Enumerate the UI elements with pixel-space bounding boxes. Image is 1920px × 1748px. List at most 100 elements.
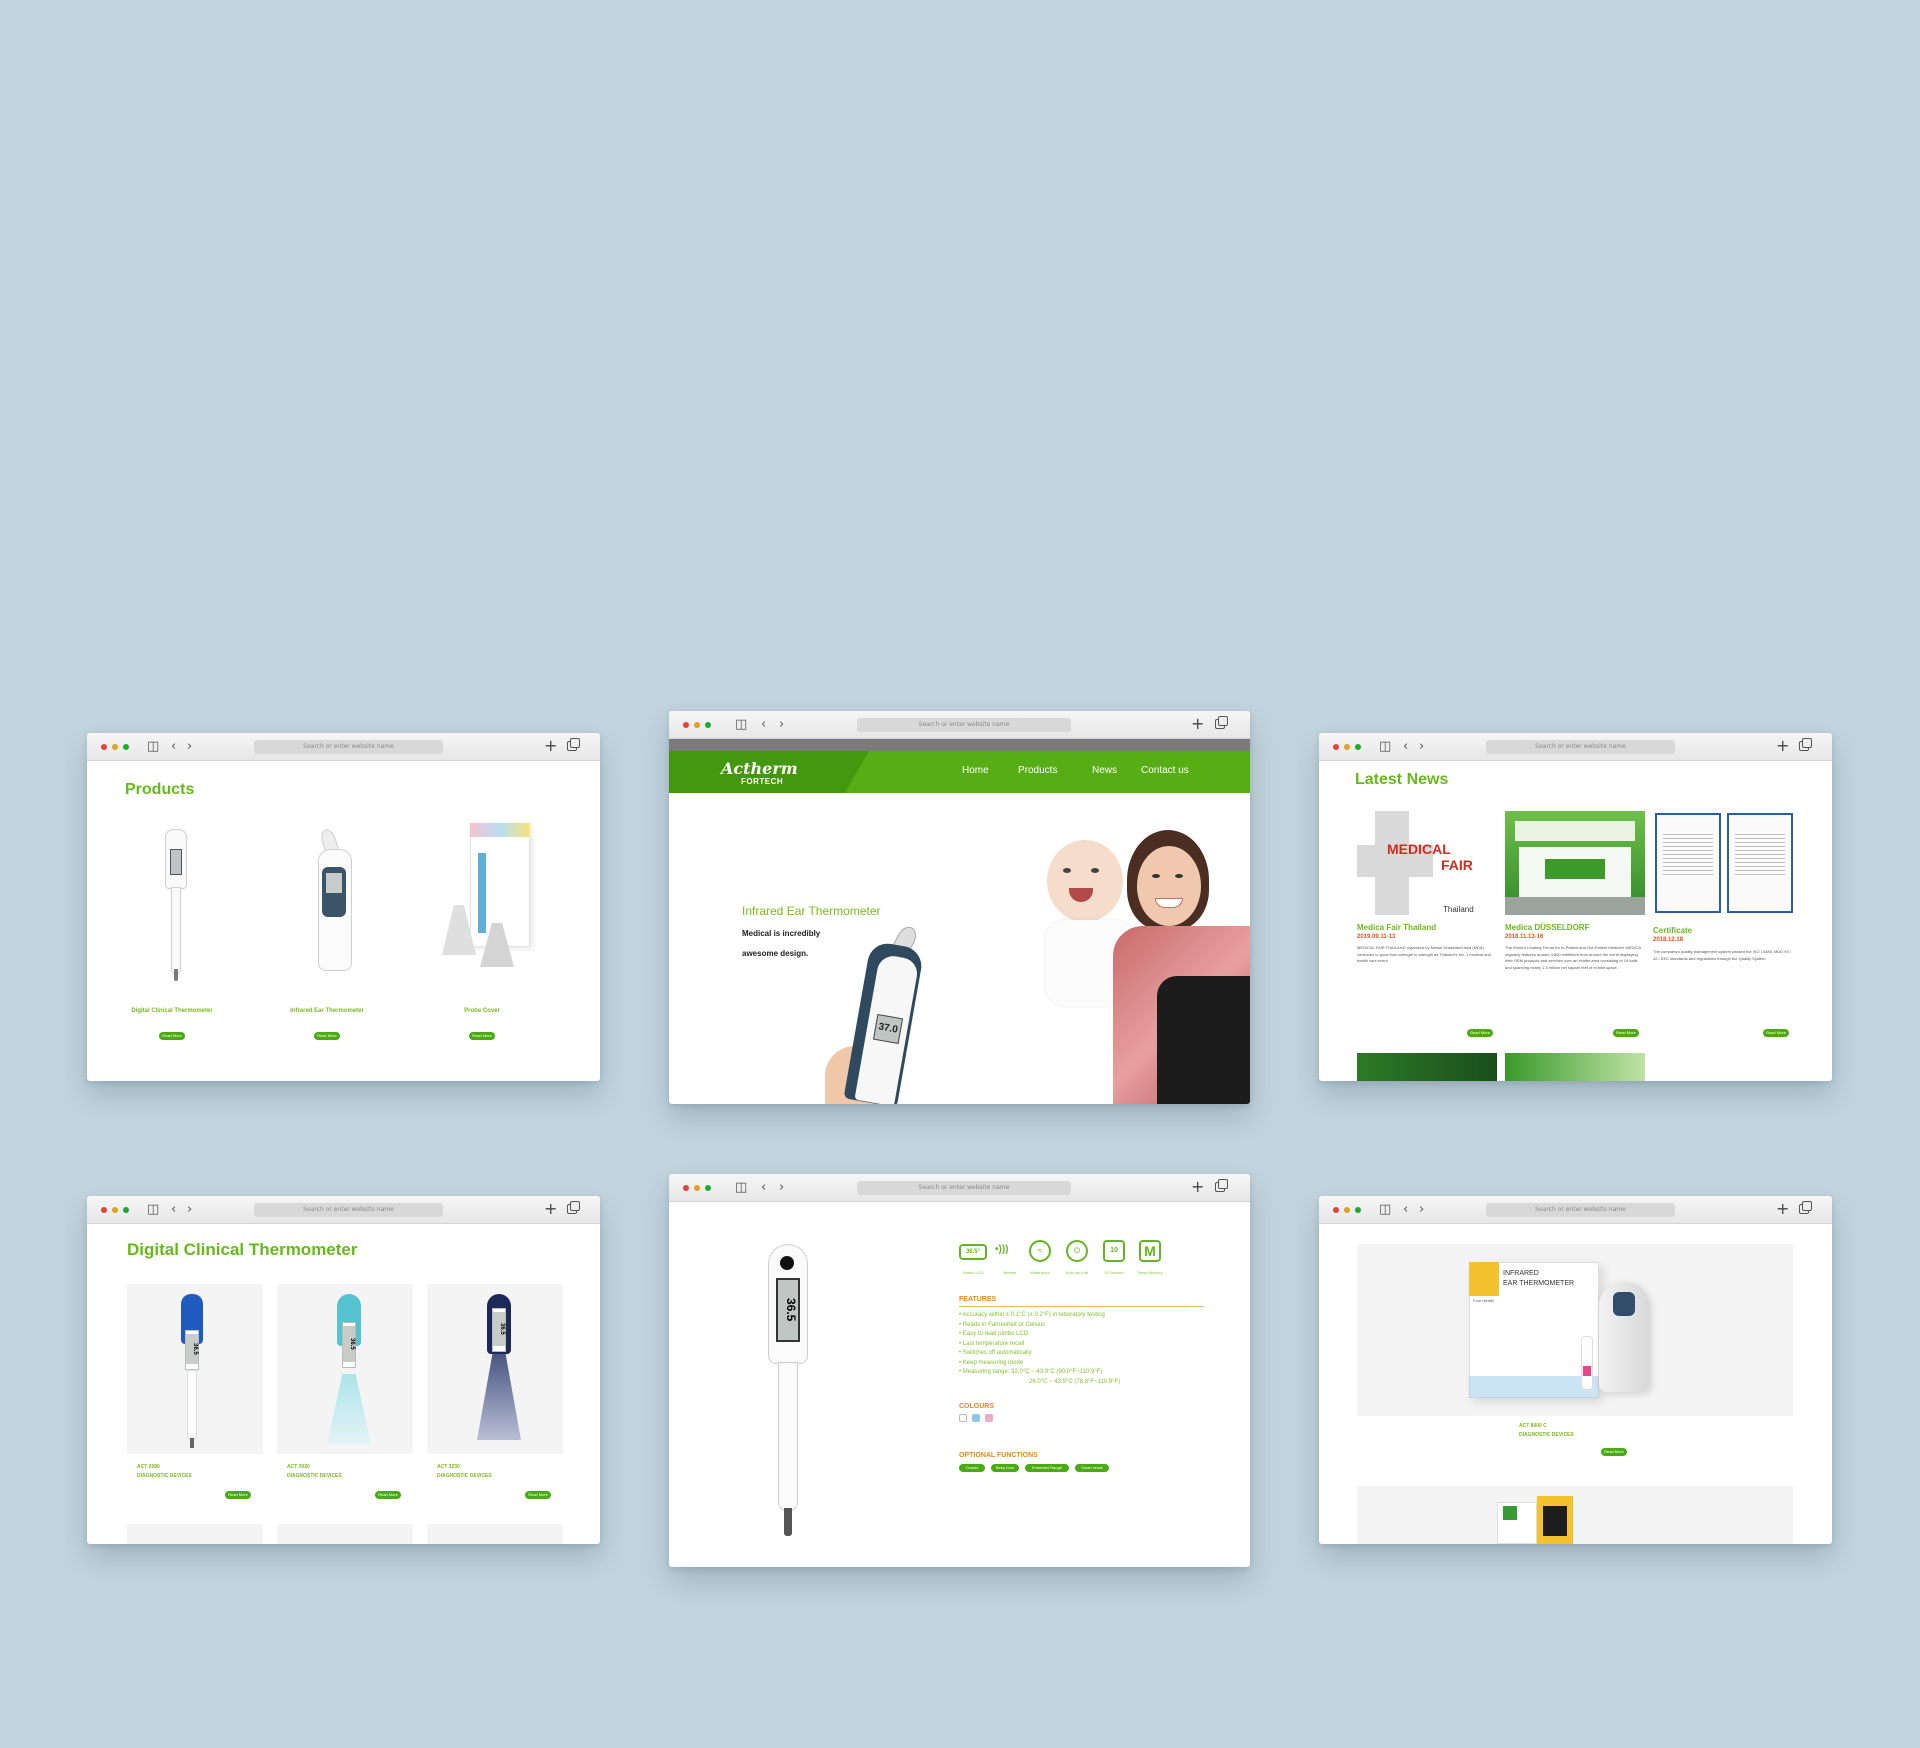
read-more-button[interactable]: Read More <box>159 1032 185 1040</box>
minimize-dot[interactable] <box>112 744 118 750</box>
colour-swatch-blue[interactable] <box>972 1414 980 1422</box>
back-icon[interactable]: ‹ <box>1403 1202 1408 1218</box>
hero-text: awesome design. <box>742 949 809 958</box>
logo-script[interactable]: Actherm <box>721 759 798 778</box>
nav-products[interactable]: Products <box>1018 765 1057 776</box>
read-more-button[interactable]: Read More <box>1763 1029 1789 1037</box>
sidebar-icon[interactable]: ◫ <box>147 739 159 755</box>
minimize-dot[interactable] <box>1344 1207 1350 1213</box>
forward-icon[interactable]: › <box>779 1180 784 1196</box>
back-icon[interactable]: ‹ <box>171 739 176 755</box>
option-pill[interactable]: Beep tone <box>991 1464 1019 1472</box>
thermometer-image: 36.5 <box>473 1294 523 1450</box>
read-more-button[interactable]: Read More <box>469 1032 495 1040</box>
product-card-image <box>427 1524 563 1544</box>
minimize-dot[interactable] <box>112 1207 118 1213</box>
feature-item: 26.0°C ~ 43.9°C (78.8°F~110.9°F) <box>1029 1378 1121 1385</box>
read-more-button[interactable]: Read More <box>375 1491 401 1499</box>
close-dot[interactable] <box>1333 1207 1339 1213</box>
news-title[interactable]: Medica Fair Thailand <box>1357 923 1436 932</box>
news-image-row2 <box>1505 1053 1645 1081</box>
minimize-dot[interactable] <box>694 1185 700 1191</box>
close-dot[interactable] <box>1333 744 1339 750</box>
timer-icon: 10 <box>1103 1240 1125 1262</box>
waterproof-icon: ≈ <box>1029 1240 1051 1262</box>
forward-icon[interactable]: › <box>187 1202 192 1218</box>
close-dot[interactable] <box>101 744 107 750</box>
news-title[interactable]: Medica DÜSSELDORF <box>1505 923 1589 932</box>
option-pill[interactable]: Classic <box>959 1464 985 1472</box>
zoom-dot[interactable] <box>123 1207 129 1213</box>
nav-contact[interactable]: Contact us <box>1141 765 1189 776</box>
features-title: FEATURES <box>959 1296 997 1303</box>
minimize-dot[interactable] <box>1344 744 1350 750</box>
new-tab-icon[interactable]: + <box>1776 737 1789 755</box>
forward-icon[interactable]: › <box>187 739 192 755</box>
back-icon[interactable]: ‹ <box>761 1180 766 1196</box>
minimize-dot[interactable] <box>694 722 700 728</box>
option-pill[interactable]: Smart mode <box>1075 1464 1109 1472</box>
sidebar-icon[interactable]: ◫ <box>1379 1202 1391 1218</box>
new-tab-icon[interactable]: + <box>544 737 557 755</box>
zoom-dot[interactable] <box>1355 744 1361 750</box>
option-pill[interactable]: Extended Range <box>1025 1464 1069 1472</box>
forward-icon[interactable]: › <box>1419 739 1424 755</box>
zoom-dot[interactable] <box>123 744 129 750</box>
colour-swatch-pink[interactable] <box>985 1414 993 1422</box>
new-tab-icon[interactable]: + <box>1776 1200 1789 1218</box>
browser-window-home: ◫ ‹ › Search or enter website name + Act… <box>669 711 1250 1104</box>
close-dot[interactable] <box>101 1207 107 1213</box>
new-tab-icon[interactable]: + <box>1191 715 1204 733</box>
tabs-overview-icon[interactable] <box>1215 716 1228 729</box>
sidebar-icon[interactable]: ◫ <box>735 717 747 733</box>
sidebar-icon[interactable]: ◫ <box>735 1180 747 1196</box>
product-model: ACT 3230 <box>437 1464 460 1470</box>
address-bar[interactable]: Search or enter website name <box>857 718 1071 732</box>
address-bar[interactable]: Search or enter website name <box>1486 740 1675 754</box>
news-title[interactable]: Certificate <box>1653 926 1692 935</box>
tabs-overview-icon[interactable] <box>1215 1179 1228 1192</box>
back-icon[interactable]: ‹ <box>1403 739 1408 755</box>
zoom-dot[interactable] <box>705 1185 711 1191</box>
browser-toolbar: ◫ ‹ › Search or enter website name + <box>1319 1196 1832 1224</box>
read-more-button[interactable]: Read More <box>225 1491 251 1499</box>
forward-icon[interactable]: › <box>779 717 784 733</box>
zoom-dot[interactable] <box>705 722 711 728</box>
nav-home[interactable]: Home <box>962 765 989 776</box>
icon-label: Temp Memory <box>1137 1270 1163 1275</box>
zoom-dot[interactable] <box>1355 1207 1361 1213</box>
address-bar[interactable]: Search or enter website name <box>1486 1203 1675 1217</box>
top-strip <box>669 739 1250 751</box>
icon-label: Waterproof <box>1030 1270 1050 1275</box>
product-name: Probe Cover <box>464 1008 500 1014</box>
back-icon[interactable]: ‹ <box>761 717 766 733</box>
forward-icon[interactable]: › <box>1419 1202 1424 1218</box>
tabs-overview-icon[interactable] <box>1799 738 1812 751</box>
box-brand: Fore Health <box>1473 1298 1494 1303</box>
address-bar[interactable]: Search or enter website name <box>857 1181 1071 1195</box>
colour-swatch-white[interactable] <box>959 1414 967 1422</box>
read-more-button[interactable]: Read More <box>1467 1029 1493 1037</box>
address-bar[interactable]: Search or enter website name <box>254 740 443 754</box>
close-dot[interactable] <box>683 722 689 728</box>
sidebar-icon[interactable]: ◫ <box>147 1202 159 1218</box>
medical-logo-text: MEDICAL <box>1387 841 1451 857</box>
read-more-button[interactable]: Read More <box>1613 1029 1639 1037</box>
read-more-button[interactable]: Read More <box>1601 1448 1627 1456</box>
back-icon[interactable]: ‹ <box>171 1202 176 1218</box>
tabs-overview-icon[interactable] <box>1799 1201 1812 1214</box>
tabs-overview-icon[interactable] <box>567 1201 580 1214</box>
nav-news[interactable]: News <box>1092 765 1117 776</box>
tabs-overview-icon[interactable] <box>567 738 580 751</box>
page-title: Latest News <box>1355 771 1449 788</box>
address-bar[interactable]: Search or enter website name <box>254 1203 443 1217</box>
close-dot[interactable] <box>683 1185 689 1191</box>
new-tab-icon[interactable]: + <box>544 1200 557 1218</box>
read-more-button[interactable]: Read More <box>525 1491 551 1499</box>
news-date: 2018.12.18 <box>1653 937 1684 943</box>
thermometer-display: 36.5 <box>493 1312 505 1346</box>
read-more-button[interactable]: Read More <box>314 1032 340 1040</box>
device-display: 37.0 <box>872 1013 904 1045</box>
sidebar-icon[interactable]: ◫ <box>1379 739 1391 755</box>
new-tab-icon[interactable]: + <box>1191 1178 1204 1196</box>
